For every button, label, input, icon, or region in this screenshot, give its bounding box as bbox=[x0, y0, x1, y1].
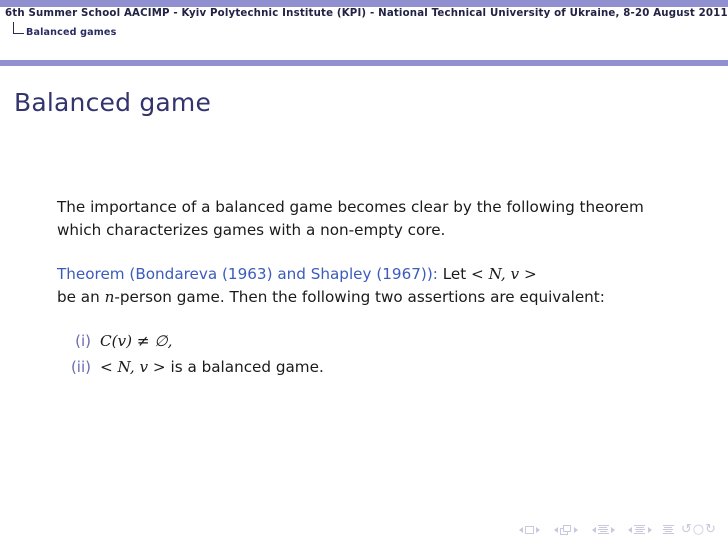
assertion-i-text: C(v) ≠ ∅, bbox=[100, 331, 173, 350]
theorem-rest-1: be an bbox=[57, 288, 100, 307]
intro-paragraph: The importance of a balanced game become… bbox=[57, 198, 644, 240]
corner-branch-icon bbox=[12, 22, 25, 35]
breadcrumb[interactable]: Balanced games bbox=[12, 22, 117, 42]
enum-marker-i: (i) bbox=[75, 331, 91, 350]
list-item: (i) C(v) ≠ ∅, bbox=[57, 330, 681, 353]
header-top-bar bbox=[0, 0, 728, 7]
section-icon[interactable] bbox=[634, 524, 646, 535]
previous-subsection-icon[interactable] bbox=[591, 526, 596, 533]
beamer-navigation-bar[interactable]: ↺ ○ ↻ bbox=[508, 523, 716, 536]
next-frame-icon[interactable] bbox=[574, 526, 579, 533]
history-navigation[interactable]: ↺ ○ ↻ bbox=[681, 523, 716, 536]
back-icon[interactable]: ↺ bbox=[681, 523, 692, 536]
frame-icon[interactable] bbox=[559, 524, 572, 535]
slide-body: The importance of a balanced game become… bbox=[57, 196, 681, 382]
next-subsection-icon[interactable] bbox=[610, 526, 615, 533]
search-icon[interactable]: ○ bbox=[693, 523, 704, 536]
next-slide-icon[interactable] bbox=[536, 526, 541, 533]
theorem-statement-lead: Let bbox=[442, 264, 467, 283]
header-separator-rule bbox=[0, 60, 728, 66]
next-section-icon[interactable] bbox=[647, 526, 652, 533]
breadcrumb-label: Balanced games bbox=[26, 27, 117, 38]
frame-title: Balanced game bbox=[14, 88, 212, 117]
theorem-label: Theorem (Bondareva (1963) and Shapley (1… bbox=[57, 264, 438, 283]
assertion-ii-text: < N, v > is a balanced game. bbox=[100, 356, 681, 379]
list-item: (ii) < N, v > is a balanced game. bbox=[57, 356, 681, 379]
previous-frame-icon[interactable] bbox=[553, 526, 558, 533]
enum-marker-ii: (ii) bbox=[70, 358, 91, 377]
theorem-variable-n: n bbox=[104, 288, 115, 307]
forward-icon[interactable]: ↻ bbox=[705, 523, 716, 536]
section-navigation[interactable] bbox=[626, 524, 654, 535]
theorem-rest-2: -person game. Then the following two ass… bbox=[114, 288, 605, 307]
theorem-paragraph: Theorem (Bondareva (1963) and Shapley (1… bbox=[57, 263, 681, 310]
assertions-list: (i) C(v) ≠ ∅, (ii) < N, v > is a balance… bbox=[57, 330, 681, 380]
previous-slide-icon[interactable] bbox=[519, 526, 524, 533]
presentation-icon[interactable] bbox=[662, 524, 674, 535]
slide-navigation[interactable] bbox=[517, 525, 543, 534]
assertion-ii-tuple: < N, v > bbox=[100, 358, 166, 377]
assertion-ii-tail: is a balanced game. bbox=[170, 358, 324, 377]
frame-navigation[interactable] bbox=[552, 524, 581, 535]
previous-section-icon[interactable] bbox=[628, 526, 633, 533]
presentation-navigation[interactable] bbox=[662, 524, 674, 535]
subsection-navigation[interactable] bbox=[589, 524, 617, 535]
presentation-headline: 6th Summer School AACIMP - Kyiv Polytech… bbox=[5, 8, 728, 19]
theorem-tuple-math: < N, v > bbox=[471, 264, 537, 283]
subsection-icon[interactable] bbox=[597, 524, 609, 535]
slide-icon[interactable] bbox=[525, 525, 535, 534]
